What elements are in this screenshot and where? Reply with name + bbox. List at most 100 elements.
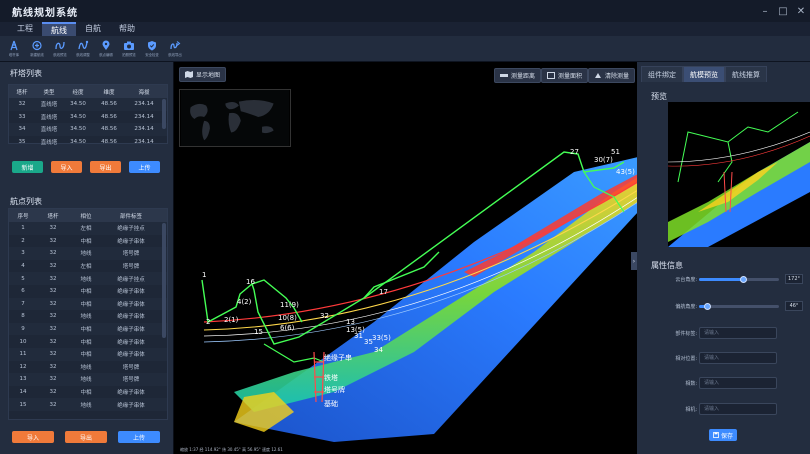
col-header[interactable]: 类型: [35, 88, 63, 96]
tool-photo-preview[interactable]: 拍照预览: [117, 36, 140, 62]
table-row[interactable]: 15 32 地线 绝缘子串体: [9, 398, 167, 411]
table-row[interactable]: 12 32 地线 塔号牌: [9, 361, 167, 374]
tool-route-export[interactable]: 航线导出: [163, 36, 186, 62]
minimize-button[interactable]: –: [756, 0, 774, 22]
tool-route-adjust[interactable]: 航线调整: [71, 36, 94, 62]
waypoint-label[interactable]: 6(6): [280, 324, 295, 332]
col-header[interactable]: 海拔: [125, 88, 163, 96]
table-cell: 32: [49, 401, 57, 408]
waypoint-label[interactable]: 33(5): [372, 334, 391, 342]
table-row[interactable]: 3 32 地线 塔号牌: [9, 247, 167, 260]
waypoint-label[interactable]: 铁塔: [324, 373, 338, 382]
upload-tower-button[interactable]: 上传: [129, 161, 160, 173]
tower-table-scrollbar[interactable]: [162, 99, 166, 129]
col-header[interactable]: 部件标签: [103, 212, 159, 220]
relative-position-input[interactable]: 请输入: [699, 352, 777, 364]
col-header[interactable]: 塔杆: [9, 88, 35, 96]
table-row[interactable]: 6 32 中相 绝缘子串体: [9, 285, 167, 298]
collapse-panel-button[interactable]: ›: [631, 252, 637, 270]
table-cell: 32: [49, 300, 57, 307]
table-row[interactable]: 4 32 左相 塔号牌: [9, 260, 167, 273]
waypoint-label[interactable]: 2(1): [224, 316, 239, 324]
table-row[interactable]: 14 32 中相 绝缘子串体: [9, 386, 167, 399]
tool-route-preview[interactable]: 航线预览: [48, 36, 71, 62]
waypoint-label[interactable]: 1: [202, 271, 206, 279]
tab-route-calc[interactable]: 航线推算: [725, 66, 767, 82]
tool-tower-library[interactable]: 塔杆库: [2, 36, 25, 62]
waypoint-label[interactable]: 塔号牌: [324, 385, 345, 394]
table-row[interactable]: 1 32 左相 绝缘子挂点: [9, 222, 167, 235]
table-row[interactable]: 11 32 中相 绝缘子串体: [9, 347, 167, 361]
table-cell: 塔号牌: [122, 377, 140, 384]
menu-help[interactable]: 帮助: [110, 22, 144, 36]
waypoint-label[interactable]: 10(8): [278, 314, 297, 322]
yaw-angle-value[interactable]: 46°: [785, 301, 803, 311]
import-waypoint-button[interactable]: 导入: [12, 431, 54, 443]
tab-component-binding[interactable]: 组件绑定: [641, 66, 683, 82]
add-tower-button[interactable]: 新增: [12, 161, 43, 173]
col-header[interactable]: 序号: [9, 212, 37, 220]
import-tower-button[interactable]: 导入: [51, 161, 82, 173]
table-row[interactable]: 32 直线塔 34.50 48.56 234.14: [9, 98, 167, 111]
waypoint-label[interactable]: 27: [570, 148, 579, 156]
waypoint-label[interactable]: 2: [206, 318, 210, 326]
menu-project[interactable]: 工程: [8, 22, 42, 36]
table-row[interactable]: 33 直线塔 34.50 48.56 234.14: [9, 111, 167, 124]
waypoint-label[interactable]: 15: [254, 328, 263, 336]
col-header[interactable]: 相位: [69, 212, 103, 220]
menu-route[interactable]: 航线: [42, 22, 76, 36]
point-cloud-scene[interactable]: 1 2 2(1) 4(2) 16 11(9) 10(8) 6(6) 15 13 32 27 5130(7…: [174, 62, 637, 454]
waypoint-table-scrollbar[interactable]: [162, 223, 166, 338]
export-waypoint-button[interactable]: 导出: [65, 431, 107, 443]
camera-input[interactable]: 请输入: [699, 403, 777, 415]
waypoint-label[interactable]: 11(9): [280, 301, 299, 309]
table-cell: 13: [19, 376, 27, 383]
yaw-angle-row: 偏航角度: 46°: [637, 299, 810, 313]
gimbal-angle-slider[interactable]: [699, 276, 779, 283]
table-row[interactable]: 5 32 地线 绝缘子挂点: [9, 272, 167, 285]
table-row[interactable]: 34 直线塔 34.50 48.56 234.14: [9, 123, 167, 136]
table-row[interactable]: 13 32 地线 塔号牌: [9, 373, 167, 386]
menu-autopilot[interactable]: 自航: [76, 22, 110, 36]
maximize-button[interactable]: □: [774, 0, 792, 22]
table-row[interactable]: 10 32 中相 绝缘子串体: [9, 335, 167, 348]
tool-new-route[interactable]: 新建航线: [25, 36, 48, 62]
table-row[interactable]: 35 直线塔 34.50 48.56 234.14: [9, 136, 167, 149]
yaw-angle-slider[interactable]: [699, 303, 779, 310]
slider-knob[interactable]: [739, 276, 747, 283]
tab-model-preview[interactable]: 航模预览: [683, 66, 725, 82]
scene-viewport[interactable]: 显示地图 测量距离 测量面积 清除测量 1 2 2(1) 4(2) 16 11(…: [173, 62, 637, 454]
waypoint-label[interactable]: 32: [320, 312, 329, 320]
waypoint-label[interactable]: 绝缘子串: [324, 353, 352, 362]
table-row[interactable]: 8 32 地线 绝缘子串体: [9, 310, 167, 323]
waypoint-label[interactable]: 16: [246, 278, 255, 286]
tool-waypoint-edit[interactable]: 航点编辑: [94, 36, 117, 62]
part-label-input[interactable]: 请输入: [699, 327, 777, 339]
window-controls: – □ ✕: [756, 0, 810, 22]
waypoint-label[interactable]: 34: [374, 346, 383, 354]
col-header[interactable]: 维度: [93, 88, 125, 96]
table-row[interactable]: 7 32 中相 绝缘子串体: [9, 297, 167, 311]
waypoint-label[interactable]: 13(5): [346, 326, 365, 334]
waypoint-label[interactable]: 4(2): [237, 298, 252, 306]
save-button[interactable]: 保存: [709, 429, 737, 441]
waypoint-label[interactable]: 30(7): [594, 156, 613, 164]
waypoint-label[interactable]: 基础: [324, 399, 338, 408]
export-tower-button[interactable]: 导出: [90, 161, 121, 173]
col-header[interactable]: 经度: [63, 88, 93, 96]
table-row[interactable]: 9 32 中相 绝缘子串体: [9, 322, 167, 336]
gimbal-angle-value[interactable]: 172°: [785, 274, 803, 284]
close-button[interactable]: ✕: [792, 0, 810, 22]
waypoint-label[interactable]: 17: [379, 288, 388, 296]
waypoint-label[interactable]: 43(5): [616, 168, 635, 176]
preview-viewport[interactable]: [668, 102, 810, 247]
phase-input[interactable]: 请输入: [699, 377, 777, 389]
table-cell: 左相: [80, 264, 92, 271]
tool-safety-check[interactable]: 安全检查: [140, 36, 163, 62]
waypoint-label[interactable]: 51: [611, 148, 620, 156]
slider-knob[interactable]: [703, 303, 711, 310]
waypoint-label[interactable]: 13: [346, 318, 355, 326]
col-header[interactable]: 塔杆: [37, 212, 69, 220]
table-row[interactable]: 2 32 中相 绝缘子串体: [9, 235, 167, 248]
upload-waypoint-button[interactable]: 上传: [118, 431, 160, 443]
